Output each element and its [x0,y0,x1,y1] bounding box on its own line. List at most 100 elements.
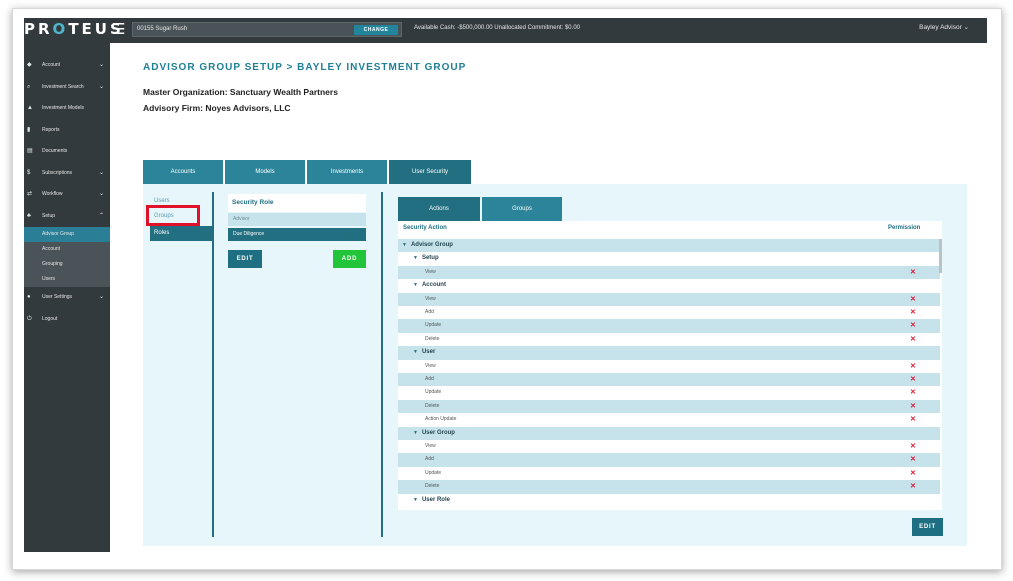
tab-investments[interactable]: Investments [307,160,387,184]
sidebar-investment-models-icon: ▲ [27,105,33,111]
user-menu[interactable]: Bayley Advisor ⌄ [919,23,969,31]
deny-icon[interactable]: ✕ [910,306,916,319]
sidebar-item-subscriptions[interactable]: $ Subscriptions ⌄ [24,163,110,185]
sidebar-item-documents[interactable]: ▤ Documents [24,141,110,163]
deny-icon[interactable]: ✕ [910,266,916,279]
permission-label-text: Delete [425,335,440,342]
sidebar-item-setup[interactable]: ♣ Setup ⌃ [24,206,110,228]
proteus-logo[interactable]: PROTEUS [24,20,124,38]
permission-row[interactable]: Delete ✕ [398,480,940,494]
permission-label: ▼ Account [413,279,446,292]
permission-label: Delete [425,333,439,346]
col-security-action: Security Action [403,225,447,231]
role-add-button[interactable]: ADD [333,250,366,268]
permission-label-text: User Group [421,429,455,436]
deny-icon[interactable]: ✕ [910,333,916,346]
permission-row[interactable]: Add ✕ [398,373,940,387]
deny-icon[interactable]: ✕ [910,319,916,332]
sidebar-item-label: Account [42,62,61,68]
sidebar-item-account[interactable]: ◆ Account ⌄ [24,55,110,77]
permission-label-text: Delete [425,402,440,409]
permission-label-text: Action Update [425,416,457,423]
sidebar-subitem-grouping[interactable]: Grouping [24,257,110,272]
permission-row[interactable]: Update ✕ [398,467,940,480]
left-nav-roles[interactable]: Roles [150,226,212,241]
tab-actions[interactable]: Actions [398,197,480,221]
permission-group-row[interactable]: ▼ User Group [398,426,940,440]
permission-group-row[interactable]: ▼ User Role [398,494,940,507]
permission-row[interactable]: Add ✕ [398,453,940,467]
sidebar-subitem-account[interactable]: Account [24,242,110,257]
collapse-triangle-icon[interactable]: ▼ [402,242,407,248]
sidebar-item-investment-search[interactable]: ⌕ Investment Search ⌄ [24,77,110,99]
permission-group-row[interactable]: ▼ Account [398,279,940,292]
deny-icon[interactable]: ✕ [910,413,916,426]
sidebar-item-investment-models[interactable]: ▲ Investment Models [24,98,110,120]
sidebar-subitem-advisor-group[interactable]: Advisor Group [24,227,110,242]
permission-row[interactable]: View ✕ [398,440,940,453]
permission-row[interactable]: View ✕ [398,360,940,373]
sidebar-subitem-users[interactable]: Users [24,272,110,287]
permission-label: ▼ User Group [413,427,455,440]
sidebar-item-logout[interactable]: ⏻ Logout [24,309,110,331]
logo-o: O [52,20,69,38]
deny-icon[interactable]: ✕ [910,293,916,306]
permission-row[interactable]: View ✕ [398,292,940,306]
permissions-edit-button[interactable]: EDIT [912,518,943,536]
permission-row[interactable]: Add ✕ [398,306,940,319]
deny-icon[interactable]: ✕ [910,373,916,386]
deny-icon[interactable]: ✕ [910,360,916,373]
change-account-button[interactable]: CHANGE [354,25,398,35]
permission-label: Delete [425,400,439,413]
collapse-triangle-icon[interactable]: ▼ [413,255,418,261]
permission-label: Add [425,306,434,319]
permission-row[interactable]: Update ✕ [398,319,940,333]
permission-label: Update [425,467,441,480]
collapse-triangle-icon[interactable]: ▼ [413,349,418,355]
collapse-triangle-icon[interactable]: ▼ [413,282,418,288]
sidebar-documents-icon: ▤ [27,148,33,154]
collapse-triangle-icon[interactable]: ▼ [413,430,418,436]
permission-row[interactable]: Update ✕ [398,386,940,399]
permission-row[interactable]: Delete ✕ [398,333,940,346]
permission-group-row[interactable]: ▼ Advisor Group [398,239,940,253]
permission-row[interactable]: Delete ✕ [398,399,940,414]
sidebar-item-workflow[interactable]: ⇄ Workflow ⌄ [24,184,110,206]
deny-icon[interactable]: ✕ [910,440,916,453]
permission-row[interactable]: Action Update ✕ [398,413,940,426]
tab-models[interactable]: Models [225,160,305,184]
deny-icon[interactable]: ✕ [910,386,916,399]
sidebar-item-reports[interactable]: ▮ Reports [24,120,110,142]
sidebar-logout-icon: ⏻ [27,315,32,322]
collapse-triangle-icon[interactable]: ▼ [413,497,418,503]
permission-group-row[interactable]: ▼ User [398,346,940,360]
chevron-icon: ⌃ [98,212,104,219]
tab-user-security[interactable]: User Security [389,160,471,184]
permission-label-text: View [425,362,436,369]
sidebar-item-label: User Settings [42,294,73,300]
role-edit-button[interactable]: EDIT [228,250,262,268]
permission-label-text: Setup [421,255,439,262]
deny-icon[interactable]: ✕ [910,453,916,466]
permission-label-text: Update [425,389,442,396]
role-row-due-diligence[interactable]: Due Diligence [228,228,366,241]
deny-icon[interactable]: ✕ [910,467,916,480]
deny-icon[interactable]: ✕ [910,400,916,413]
tab-accounts[interactable]: Accounts [143,160,223,184]
chevron-icon: ⌄ [98,169,104,176]
permission-row[interactable]: View ✕ [398,265,940,280]
top-bar: PROTEUS ☰ 00155 Sugar Rush CHANGE Availa… [24,18,987,43]
left-nav-users[interactable]: Users [154,198,170,204]
permission-group-row[interactable]: ▼ Setup [398,252,940,265]
table-scrollbar[interactable] [939,239,942,273]
hamburger-menu-icon[interactable]: ☰ [112,20,125,38]
sidebar-user-settings-icon: ● [27,294,31,300]
chevron-icon: ⌄ [98,62,104,68]
deny-icon[interactable]: ✕ [910,480,916,493]
setup-subnav: Advisor Group Account Grouping Users [24,227,110,287]
chevron-icon: ⌄ [98,191,104,197]
tab-groups[interactable]: Groups [482,197,562,221]
role-row-advisor[interactable]: Advisor [228,213,366,226]
permission-label-text: View [425,295,436,302]
sidebar-item-user-settings[interactable]: ● User Settings ⌄ [24,287,110,309]
